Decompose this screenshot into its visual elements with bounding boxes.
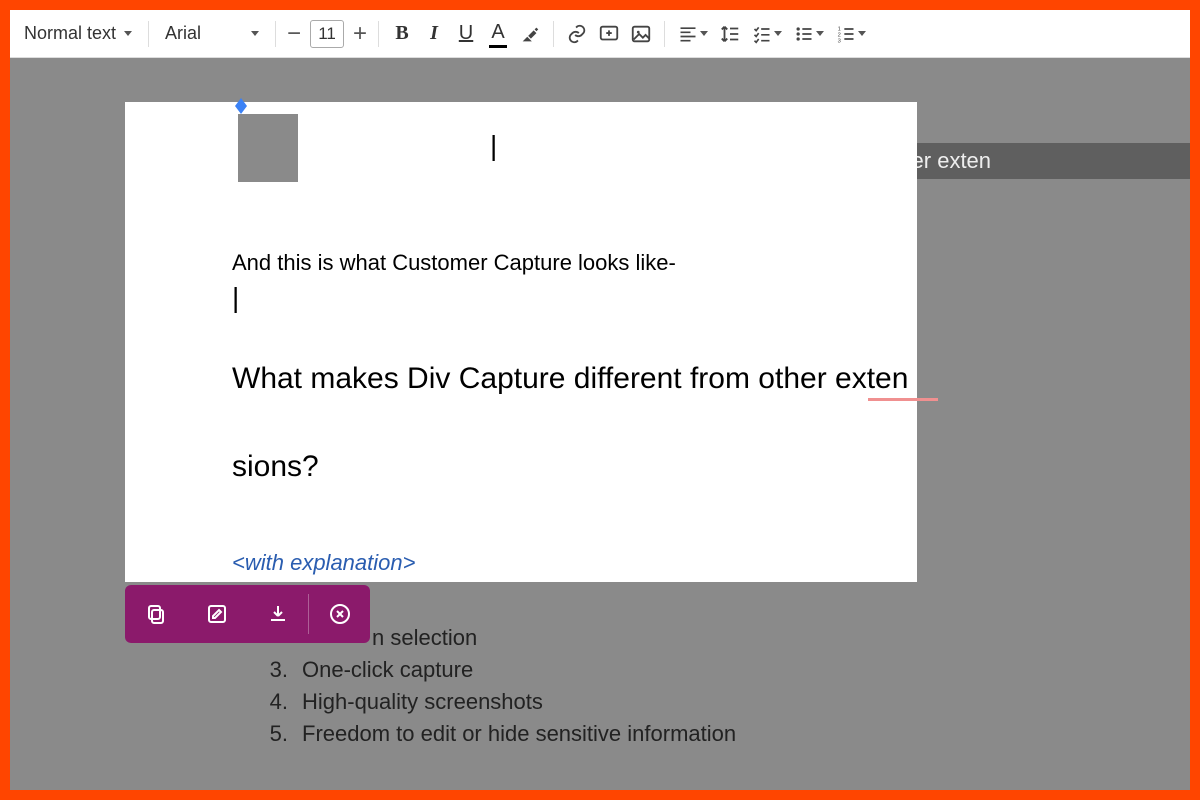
copy-icon <box>144 602 168 626</box>
checklist-icon <box>752 24 772 44</box>
list-item-text: One-click capture <box>302 657 473 683</box>
font-family-dropdown[interactable]: Arial <box>157 18 267 50</box>
list-item[interactable]: 3. One-click capture <box>260 657 736 683</box>
paragraph-style-dropdown[interactable]: Normal text <box>16 18 140 50</box>
text-color-button[interactable]: A <box>483 18 513 50</box>
comment-plus-icon <box>598 23 620 45</box>
list-item-text: High-quality screenshots <box>302 689 543 715</box>
text-cursor: | <box>490 130 497 162</box>
underline-button[interactable]: U <box>451 18 481 50</box>
bold-button[interactable]: B <box>387 18 417 50</box>
formatting-toolbar: Normal text Arial − 11 + B I U A <box>10 10 1190 58</box>
toolbar-separator <box>148 21 149 47</box>
underline-icon: U <box>459 22 473 45</box>
list-item[interactable]: n selection <box>372 625 736 651</box>
list-item-text: n selection <box>372 625 477 651</box>
align-button[interactable] <box>673 18 713 50</box>
highlighter-icon <box>519 23 541 45</box>
insert-image-button[interactable] <box>626 18 656 50</box>
italic-button[interactable]: I <box>419 18 449 50</box>
line-spacing-icon <box>719 23 741 45</box>
bold-icon: B <box>395 22 408 45</box>
bulleted-list-icon <box>794 24 814 44</box>
svg-text:3: 3 <box>838 38 841 44</box>
chevron-down-icon <box>124 31 132 36</box>
list-item-text: Freedom to edit or hide sensitive inform… <box>302 721 736 747</box>
font-family-label: Arial <box>165 23 201 44</box>
placeholder-note[interactable]: <with explanation> <box>232 550 415 576</box>
chevron-down-icon <box>251 31 259 36</box>
toolbar-separator <box>553 21 554 47</box>
font-size-stepper: − 11 + <box>284 20 370 48</box>
bulleted-list-button[interactable] <box>789 18 829 50</box>
list-item[interactable]: 4. High-quality screenshots <box>260 689 736 715</box>
checklist-button[interactable] <box>747 18 787 50</box>
line-spacing-button[interactable] <box>715 18 745 50</box>
heading-line-1[interactable]: What makes Div Capture different from ot… <box>232 362 908 396</box>
chevron-down-icon <box>774 31 782 36</box>
margin-indicator <box>238 114 298 182</box>
download-icon <box>266 602 290 626</box>
list-number: 4. <box>260 689 288 715</box>
highlight-color-button[interactable] <box>515 18 545 50</box>
add-comment-button[interactable] <box>594 18 624 50</box>
list-item[interactable]: 5. Freedom to edit or hide sensitive inf… <box>260 721 736 747</box>
font-size-decrease-button[interactable]: − <box>284 20 304 48</box>
ruler-indent-marker[interactable] <box>235 98 247 106</box>
font-size-input[interactable]: 11 <box>310 20 344 48</box>
toolbar-separator <box>378 21 379 47</box>
heading-line-2[interactable]: sions? <box>232 450 319 484</box>
chevron-down-icon <box>858 31 866 36</box>
list-number: 5. <box>260 721 288 747</box>
numbered-list-icon: 123 <box>836 24 856 44</box>
list-number: 3. <box>260 657 288 683</box>
text-cursor: | <box>232 282 239 314</box>
numbered-list-button[interactable]: 123 <box>831 18 871 50</box>
link-icon <box>566 23 588 45</box>
font-size-increase-button[interactable]: + <box>350 20 370 48</box>
align-left-icon <box>678 24 698 44</box>
italic-icon: I <box>430 22 438 45</box>
chevron-down-icon <box>700 31 708 36</box>
image-icon <box>630 23 652 45</box>
text-color-icon: A <box>491 21 504 47</box>
close-circle-icon <box>328 602 352 626</box>
insert-link-button[interactable] <box>562 18 592 50</box>
paragraph-text[interactable]: And this is what Customer Capture looks … <box>232 250 676 276</box>
spellcheck-underline <box>868 398 938 401</box>
paragraph-style-label: Normal text <box>24 23 116 44</box>
chevron-down-icon <box>816 31 824 36</box>
toolbar-separator <box>664 21 665 47</box>
toolbar-separator <box>275 21 276 47</box>
edit-icon <box>205 602 229 626</box>
app-frame: Normal text Arial − 11 + B I U A <box>10 10 1190 790</box>
edit-button[interactable] <box>186 585 247 643</box>
numbered-list: n selection 3. One-click capture 4. High… <box>260 625 736 753</box>
copy-button[interactable] <box>125 585 186 643</box>
